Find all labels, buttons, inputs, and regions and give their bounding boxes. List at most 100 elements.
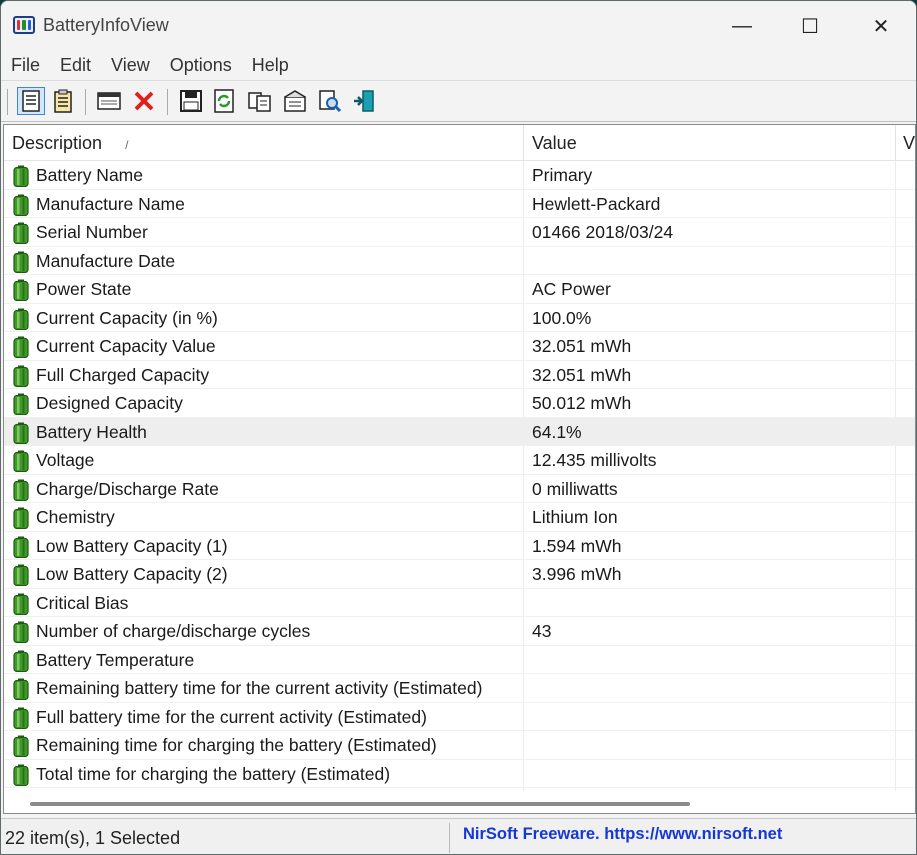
- battery-info-list[interactable]: Description / Value V Battery Name Primar…: [3, 124, 916, 814]
- row-description: Battery Health: [36, 421, 147, 442]
- row-description: Remaining battery time for the current a…: [36, 678, 483, 698]
- column-header-third[interactable]: V: [903, 125, 915, 161]
- row-value: 3.996 mWh: [532, 564, 622, 584]
- battery-icon: [13, 279, 29, 301]
- menu-edit[interactable]: Edit: [60, 51, 91, 79]
- window-icon[interactable]: [95, 87, 123, 115]
- column-header-value[interactable]: Value: [532, 125, 577, 161]
- battery-icon: [13, 365, 29, 387]
- row-value: 32.051 mWh: [532, 364, 632, 385]
- battery-icon: [13, 678, 29, 700]
- battery-icon: [13, 165, 29, 187]
- delete-icon[interactable]: [130, 87, 158, 115]
- row-value: 01466 2018/03/24: [532, 222, 674, 242]
- battery-icon: [13, 735, 29, 757]
- minimize-button[interactable]: —: [707, 1, 777, 51]
- menu-view[interactable]: View: [111, 51, 150, 79]
- battery-icon: [13, 621, 29, 643]
- list-item[interactable]: Manufacture Name Hewlett-Packard: [4, 190, 915, 218]
- row-value: 43: [532, 621, 552, 641]
- battery-icon: [13, 536, 29, 558]
- battery-info-view-window: BatteryInfoView — ☐ ✕ File Edit View Opt…: [0, 0, 917, 855]
- nirsoft-link[interactable]: NirSoft Freeware. https://www.nirsoft.ne…: [463, 825, 782, 844]
- battery-icon: [13, 308, 29, 330]
- row-description: Power State: [36, 279, 132, 299]
- column-divider[interactable]: [523, 125, 524, 161]
- html-report-icon[interactable]: [49, 87, 77, 115]
- list-item[interactable]: Chemistry Lithium Ion: [4, 503, 915, 532]
- status-item-count: 22 item(s), 1 Selected: [5, 828, 181, 848]
- find-icon[interactable]: [316, 87, 344, 115]
- list-item[interactable]: Low Battery Capacity (1) 1.594 mWh: [4, 532, 915, 560]
- list-rows: Battery Name Primary Manufacture Name Hewle…: [4, 161, 915, 788]
- toolbar: [1, 80, 916, 122]
- battery-icon: [13, 251, 29, 273]
- toolbar-separator: [167, 89, 168, 115]
- battery-icon: [13, 422, 29, 444]
- row-description: Number of charge/discharge cycles: [36, 621, 311, 641]
- properties-icon[interactable]: [17, 87, 45, 115]
- list-item[interactable]: Remaining time for charging the battery …: [4, 731, 915, 760]
- list-item[interactable]: Designed Capacity 50.012 mWh: [4, 389, 915, 418]
- list-item[interactable]: Battery Temperature: [4, 646, 915, 674]
- battery-icon: [13, 194, 29, 216]
- list-item[interactable]: Remaining battery time for the current a…: [4, 674, 915, 703]
- row-description: Manufacture Date: [36, 250, 176, 271]
- list-item[interactable]: Current Capacity Value 32.051 mWh: [4, 332, 915, 361]
- row-description: Full battery time for the current activi…: [36, 706, 427, 727]
- row-description: Serial Number: [36, 222, 148, 242]
- row-value: Primary: [532, 165, 593, 185]
- list-item[interactable]: Total time for charging the battery (Est…: [4, 760, 915, 788]
- row-description: Critical Bias: [36, 592, 129, 613]
- toolbar-separator: [85, 89, 86, 115]
- close-button[interactable]: ✕: [846, 1, 916, 51]
- list-item[interactable]: Serial Number 01466 2018/03/24: [4, 218, 915, 247]
- copy-icon[interactable]: [246, 87, 274, 115]
- list-item[interactable]: Number of charge/discharge cycles 43: [4, 617, 915, 646]
- menu-help[interactable]: Help: [252, 51, 289, 79]
- exit-icon[interactable]: [350, 87, 378, 115]
- window-title: BatteryInfoView: [43, 15, 169, 35]
- menu-file[interactable]: File: [11, 51, 40, 79]
- list-item[interactable]: Critical Bias: [4, 589, 915, 617]
- options-icon[interactable]: [281, 87, 309, 115]
- row-description: Voltage: [36, 450, 95, 470]
- battery-icon: [13, 707, 29, 729]
- status-divider: [449, 823, 450, 853]
- battery-icon: [13, 450, 29, 472]
- horizontal-scrollbar[interactable]: [30, 802, 690, 806]
- list-item[interactable]: Power State AC Power: [4, 275, 915, 304]
- list-item[interactable]: Low Battery Capacity (2) 3.996 mWh: [4, 560, 915, 589]
- list-item[interactable]: Battery Name Primary: [4, 161, 915, 190]
- row-value: 1.594 mWh: [532, 535, 622, 556]
- column-header-description[interactable]: Description /: [12, 125, 128, 161]
- list-item[interactable]: Full battery time for the current activi…: [4, 703, 915, 731]
- list-item[interactable]: Manufacture Date: [4, 247, 915, 275]
- battery-icon: [13, 393, 29, 415]
- row-description: Current Capacity Value: [36, 336, 216, 356]
- row-value: AC Power: [532, 279, 611, 299]
- battery-icon: [13, 507, 29, 529]
- list-item[interactable]: Voltage 12.435 millivolts: [4, 446, 915, 475]
- list-item[interactable]: Battery Health 64.1%: [4, 417, 915, 446]
- list-item[interactable]: Charge/Discharge Rate 0 milliwatts: [4, 475, 915, 503]
- menu-bar: File Edit View Options Help: [1, 51, 916, 79]
- row-value: 0 milliwatts: [532, 478, 618, 499]
- maximize-button[interactable]: ☐: [775, 1, 845, 51]
- row-value: 100.0%: [532, 307, 592, 328]
- toolbar-separator: [7, 89, 8, 115]
- battery-icon: [13, 650, 29, 672]
- row-description: Remaining time for charging the battery …: [36, 735, 437, 755]
- app-icon: [13, 16, 35, 34]
- list-item[interactable]: Full Charged Capacity 32.051 mWh: [4, 361, 915, 389]
- row-value: 64.1%: [532, 421, 582, 442]
- refresh-icon[interactable]: [210, 87, 238, 115]
- title-bar[interactable]: BatteryInfoView — ☐ ✕: [1, 1, 916, 51]
- menu-options[interactable]: Options: [170, 51, 232, 79]
- list-item[interactable]: Current Capacity (in %) 100.0%: [4, 304, 915, 332]
- save-icon[interactable]: [177, 87, 205, 115]
- battery-icon: [13, 479, 29, 501]
- row-value: 12.435 millivolts: [532, 450, 657, 470]
- row-description: Battery Temperature: [36, 649, 195, 670]
- column-divider[interactable]: [895, 125, 896, 161]
